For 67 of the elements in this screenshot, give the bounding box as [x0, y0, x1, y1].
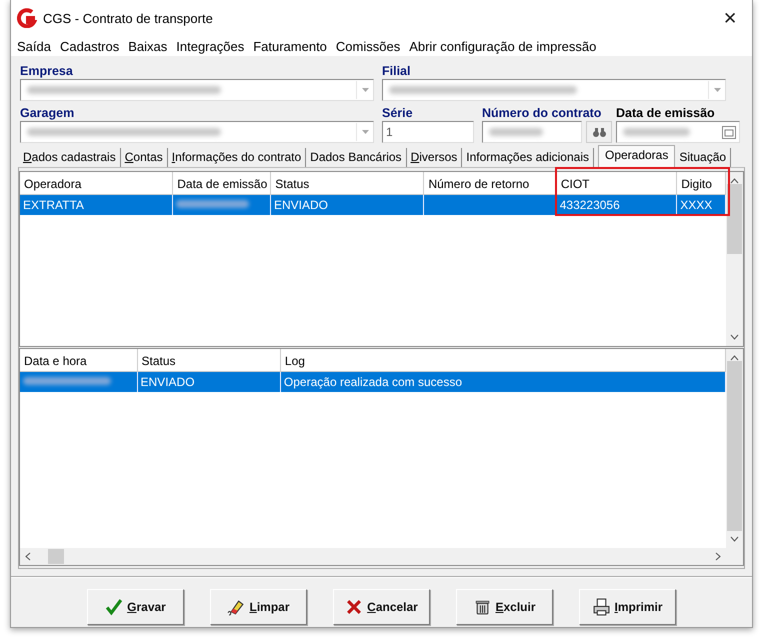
printer-icon — [592, 598, 610, 616]
field-label: Empresa — [20, 63, 74, 79]
field-label: Filial — [382, 63, 412, 79]
binoculars-icon — [592, 126, 606, 138]
cross-icon — [345, 598, 364, 616]
table-row[interactable]: ENVIADO Operação realizada com sucesso — [20, 372, 726, 392]
input-field[interactable]: 1 — [382, 121, 474, 143]
table-cell: Operação realizada com sucesso — [280, 372, 726, 392]
scroll-thumb[interactable] — [48, 549, 64, 564]
field-label: Série — [382, 105, 414, 121]
menu-item[interactable]: Faturamento — [249, 38, 332, 54]
column-header[interactable]: Log — [280, 349, 726, 372]
dropdown-arrow-icon[interactable] — [714, 88, 720, 92]
eraser-icon — [227, 598, 246, 616]
scroll-down-icon[interactable] — [730, 536, 739, 542]
window-title: CGS - Contrato de transporte — [43, 10, 213, 26]
scroll-down-icon[interactable] — [730, 334, 739, 340]
field-label: Garagem — [20, 105, 76, 121]
menu-item[interactable]: Baixas — [124, 38, 172, 54]
dropdown-field[interactable] — [382, 79, 726, 101]
date-field[interactable] — [616, 121, 740, 143]
calendar-icon[interactable] — [722, 126, 736, 138]
app-logo — [17, 8, 37, 28]
action-button[interactable]: Gravar — [87, 589, 184, 625]
column-header[interactable]: Data e hora — [20, 349, 138, 372]
scroll-up-icon[interactable] — [730, 178, 739, 184]
field-label: Data de emissão — [616, 105, 716, 121]
column-header[interactable]: Data de emissão — [173, 172, 272, 195]
horizontal-scrollbar[interactable] — [20, 548, 726, 565]
column-header[interactable]: CIOT — [556, 172, 678, 195]
menu-item[interactable]: Abrir configuração de impressão — [405, 38, 602, 54]
scroll-up-icon[interactable] — [730, 355, 739, 361]
action-button[interactable]: Imprimir — [579, 589, 676, 625]
table-cell: 433223056 — [556, 195, 678, 215]
scroll-thumb[interactable] — [727, 361, 742, 531]
menu-item[interactable]: Integrações — [172, 38, 250, 54]
input-field[interactable] — [482, 121, 582, 143]
check-icon — [105, 598, 124, 616]
scroll-right-icon[interactable] — [715, 552, 721, 561]
action-button[interactable]: Excluir — [456, 589, 553, 625]
field-label: Número do contrato — [482, 105, 602, 121]
table-cell: EXTRATTA — [20, 195, 174, 215]
vertical-scrollbar[interactable] — [726, 172, 743, 346]
column-header[interactable]: Operadora — [20, 172, 174, 195]
dropdown-field[interactable] — [20, 79, 374, 101]
menu-item[interactable]: Cadastros — [56, 38, 124, 54]
close-button[interactable]: ✕ — [708, 1, 752, 35]
scroll-left-icon[interactable] — [25, 552, 31, 561]
dropdown-arrow-icon[interactable] — [362, 88, 368, 92]
dropdown-field[interactable] — [20, 121, 374, 143]
table-row[interactable]: EXTRATTA ENVIADO 433223056 XXXX — [20, 195, 726, 215]
menu-item[interactable]: Comissões — [332, 38, 406, 54]
table-cell: XXXX — [677, 195, 726, 215]
tab[interactable]: Operadoras — [598, 145, 676, 167]
menu-item[interactable]: Saída — [13, 38, 56, 54]
trash-icon — [473, 598, 492, 616]
column-header[interactable]: Status — [271, 172, 424, 195]
vertical-scrollbar[interactable] — [726, 349, 743, 565]
search-button[interactable] — [586, 121, 612, 143]
scroll-thumb[interactable] — [727, 184, 742, 254]
column-header[interactable]: Status — [138, 349, 281, 372]
table-cell: ENVIADO — [270, 195, 424, 215]
dropdown-arrow-icon[interactable] — [362, 130, 368, 134]
table-cell: ENVIADO — [138, 372, 281, 392]
action-button[interactable]: Cancelar — [333, 589, 430, 625]
column-header[interactable]: Digito — [677, 172, 726, 195]
action-button[interactable]: Limpar — [210, 589, 307, 625]
